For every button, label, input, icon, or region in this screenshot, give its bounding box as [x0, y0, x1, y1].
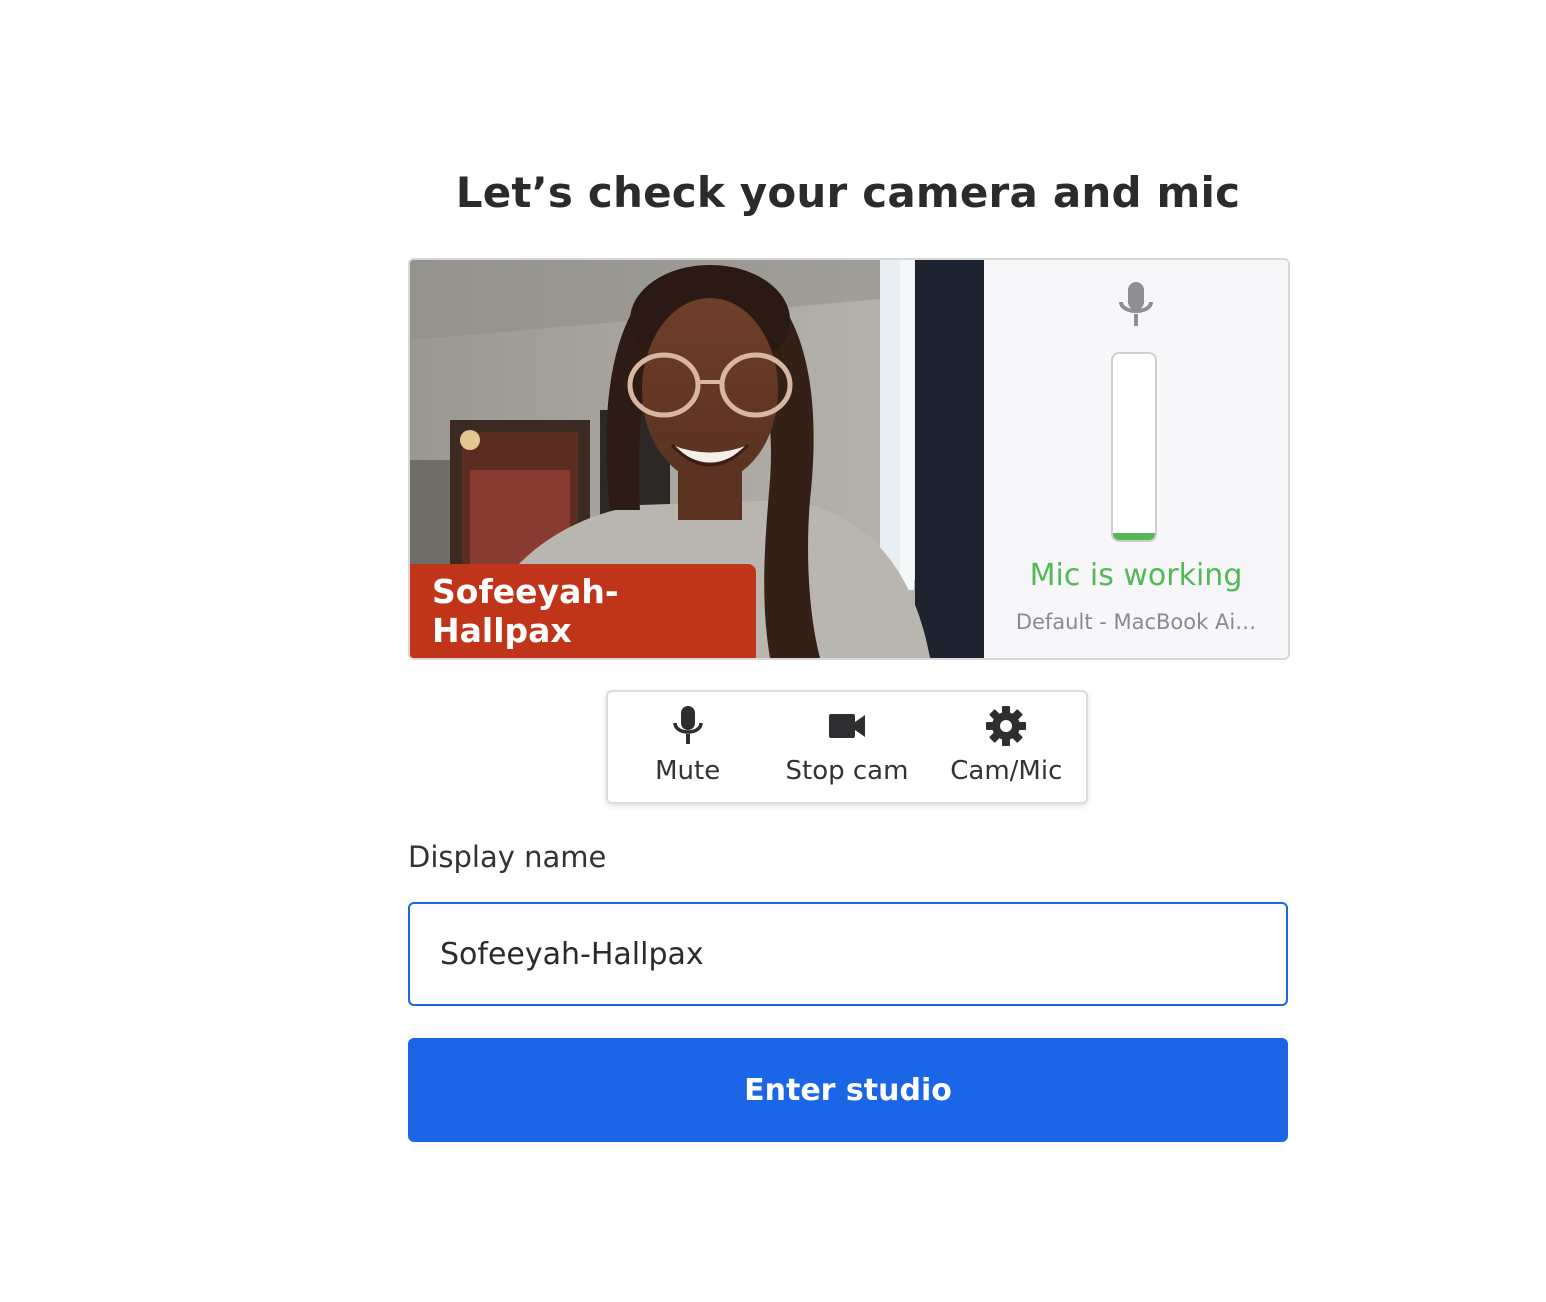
mic-check-panel: Mic is working Default - MacBook Ai… — [984, 260, 1288, 658]
mute-label: Mute — [655, 756, 721, 786]
mic-level-meter — [1111, 352, 1157, 542]
mic-device-name: Default - MacBook Ai… — [1015, 610, 1257, 634]
camera-mic-check-page: Let’s check your camera and mic Sofeeyah… — [0, 0, 1546, 1302]
mute-button[interactable]: Mute — [608, 692, 767, 802]
cam-mic-settings-button[interactable]: Cam/Mic — [927, 692, 1086, 802]
page-title: Let’s check your camera and mic — [455, 168, 1241, 217]
cam-mic-settings-label: Cam/Mic — [950, 756, 1063, 786]
display-name-label: Display name — [408, 840, 607, 874]
display-name-input[interactable] — [408, 902, 1288, 1006]
participant-name-tag: Sofeeyah-Hallpax — [410, 564, 756, 658]
stop-cam-button[interactable]: Stop cam — [767, 692, 926, 802]
camera-preview-video: Sofeeyah-Hallpax — [410, 260, 984, 658]
stop-cam-label: Stop cam — [785, 756, 909, 786]
video-camera-icon — [827, 704, 867, 752]
mic-status-text: Mic is working — [1029, 558, 1243, 593]
mic-level-fill — [1113, 532, 1155, 540]
gear-icon — [985, 704, 1027, 752]
microphone-icon — [671, 704, 705, 752]
media-controls-toolbar: Mute Stop cam Cam/Mic — [606, 690, 1088, 804]
enter-studio-button[interactable]: Enter studio — [408, 1038, 1288, 1142]
av-preview-panel: Sofeeyah-Hallpax Mic is working Default … — [408, 258, 1290, 660]
microphone-icon — [1116, 280, 1156, 336]
